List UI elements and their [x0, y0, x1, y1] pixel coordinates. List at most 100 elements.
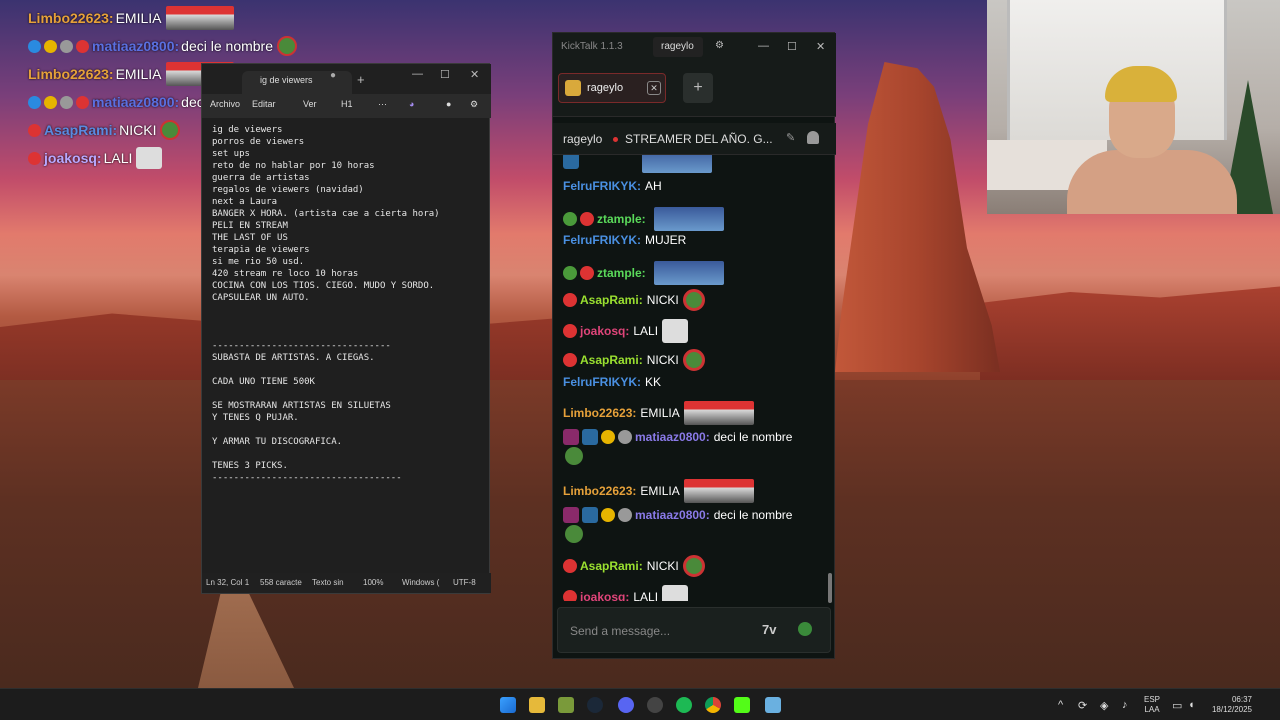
chat-username[interactable]: AsapRami:: [580, 293, 643, 307]
close-button[interactable]: ✕: [470, 68, 479, 81]
chat-text: NICKI: [646, 293, 679, 307]
tray-volume-icon[interactable]: ◖: [1188, 699, 1195, 711]
menu-edit[interactable]: Editar: [252, 99, 276, 109]
chat-message: AsapRami: NICKI: [563, 555, 705, 577]
settings-gear-icon[interactable]: ⚙: [715, 40, 724, 51]
chrome-icon[interactable]: [705, 697, 721, 713]
kick-icon[interactable]: [734, 697, 750, 713]
tray-network-icon[interactable]: ▭: [1172, 699, 1182, 712]
settings-gear-icon[interactable]: ⚙: [470, 99, 478, 110]
minimize-button[interactable]: —: [412, 68, 423, 80]
chat-text: NICKI: [646, 353, 679, 367]
heading-dropdown[interactable]: H1: [341, 99, 353, 109]
add-tab-button[interactable]: +: [683, 73, 713, 103]
notepad-text-area[interactable]: ig de viewers porros de viewers set ups ret…: [212, 124, 487, 574]
message-input[interactable]: Send a message... 7v: [557, 607, 831, 653]
badge-icon: [580, 266, 594, 280]
notepad-line: set ups: [212, 149, 250, 159]
kicktalk-titlebar[interactable]: KickTalk 1.1.3 rageylo ⚙ — ☐ ✕: [553, 33, 836, 61]
chat-username[interactable]: FelruFRIKYK:: [563, 233, 641, 247]
chat-username[interactable]: FelruFRIKYK:: [563, 375, 641, 389]
steam-icon[interactable]: [587, 697, 603, 713]
kick-emote-button[interactable]: [798, 622, 812, 636]
badge-icon: [60, 95, 73, 109]
badge-icon: [563, 559, 577, 573]
chat-text: deci le nombre: [713, 430, 793, 444]
badge-icon: [28, 95, 41, 109]
badge-icon: [60, 39, 73, 53]
chat-username[interactable]: ztample:: [597, 212, 646, 226]
kicktalk-window[interactable]: KickTalk 1.1.3 rageylo ⚙ — ☐ ✕ rageylo ✕…: [552, 32, 836, 659]
chat-text: EMILIA: [640, 406, 680, 420]
emote-image: [682, 349, 705, 371]
notepad-line: next a Laura: [212, 197, 278, 207]
chat-username[interactable]: Limbo22623:: [563, 484, 636, 498]
pepe-emote-image: [565, 447, 583, 465]
menu-view[interactable]: Ver: [303, 99, 317, 109]
channel-avatar: [565, 80, 581, 96]
tray-shield-icon[interactable]: ◈: [1100, 699, 1108, 712]
badge-icon: [563, 429, 579, 445]
emote-image: [682, 289, 705, 311]
maximize-button[interactable]: ☐: [440, 68, 450, 81]
emote-image: [683, 401, 754, 425]
overlay-text: EMILIA: [115, 10, 162, 26]
overlay-username: Limbo22623:: [28, 10, 114, 26]
chat-username[interactable]: ztample:: [597, 266, 646, 280]
clock-date: 18/12/2025: [1211, 705, 1252, 714]
discord-icon[interactable]: [618, 697, 634, 713]
notepad-icon[interactable]: [765, 697, 781, 713]
game-app-icon[interactable]: [558, 697, 574, 713]
chat-username[interactable]: AsapRami:: [580, 559, 643, 573]
badge-icon: [44, 39, 57, 53]
chat-username[interactable]: AsapRami:: [580, 353, 643, 367]
maximize-button[interactable]: ☐: [787, 40, 797, 53]
chat-scrollbar[interactable]: [828, 573, 832, 603]
badge-icon: [563, 353, 577, 367]
notepad-line: si me rio 50 usd.: [212, 257, 305, 267]
clock[interactable]: 06:37 18/12/2025: [1206, 695, 1252, 715]
chat-username[interactable]: joakosq:: [580, 590, 629, 601]
spotify-icon[interactable]: [676, 697, 692, 713]
chat-username[interactable]: FelruFRIKYK:: [563, 179, 641, 193]
status-format: Texto sin: [312, 578, 344, 587]
copilot-icon[interactable]: ◕: [409, 99, 414, 109]
tab-rageylo[interactable]: rageylo ✕: [558, 73, 666, 103]
language-indicator[interactable]: ESP LAA: [1144, 695, 1160, 715]
chat-tabs: rageylo ✕ +: [553, 61, 836, 117]
chat-username[interactable]: matiaaz0800:: [635, 430, 710, 444]
tray-chevron-icon[interactable]: ^: [1058, 699, 1063, 711]
obs-icon[interactable]: [647, 697, 663, 713]
notepad-titlebar[interactable]: ig de viewers ● + — ☐ ✕: [202, 64, 491, 94]
menu-file[interactable]: Archivo: [210, 99, 240, 109]
chat-message: AsapRami: NICKI: [563, 289, 705, 311]
emote-image: [653, 261, 724, 285]
pin-icon[interactable]: ✎: [786, 131, 795, 144]
tray-mic-icon[interactable]: ♪: [1122, 699, 1128, 711]
7tv-emote-button[interactable]: 7v: [762, 622, 776, 637]
close-button[interactable]: ✕: [816, 40, 825, 53]
chat-message: AsapRami: NICKI: [563, 349, 705, 371]
badge-icon: [28, 39, 41, 53]
new-tab-button[interactable]: +: [357, 72, 365, 87]
chat-username[interactable]: joakosq:: [580, 324, 629, 338]
tab-close-dot-icon[interactable]: ●: [330, 70, 336, 81]
minimize-button[interactable]: —: [758, 40, 769, 52]
badge-icon: [563, 507, 579, 523]
current-user-button[interactable]: rageylo: [653, 37, 703, 57]
badge-icon: [76, 95, 89, 109]
close-tab-icon[interactable]: ✕: [647, 81, 661, 95]
tray-sync-icon[interactable]: ⟳: [1078, 699, 1087, 712]
notepad-window[interactable]: ig de viewers ● + — ☐ ✕ Archivo Editar V…: [201, 63, 491, 594]
file-explorer-icon[interactable]: [529, 697, 545, 713]
status-position: Ln 32, Col 1: [206, 578, 250, 587]
overlay-username: Limbo22623:: [28, 66, 114, 82]
account-icon[interactable]: ●: [446, 99, 451, 109]
user-list-icon[interactable]: [807, 131, 819, 144]
clock-time: 06:37: [1231, 695, 1252, 704]
start-windows-icon[interactable]: [500, 697, 516, 713]
chat-username[interactable]: matiaaz0800:: [635, 508, 710, 522]
notepad-line: SE MOSTRARAN ARTISTAS EN SILUETAS: [212, 401, 391, 411]
more-icon[interactable]: ···: [378, 99, 387, 109]
chat-username[interactable]: Limbo22623:: [563, 406, 636, 420]
